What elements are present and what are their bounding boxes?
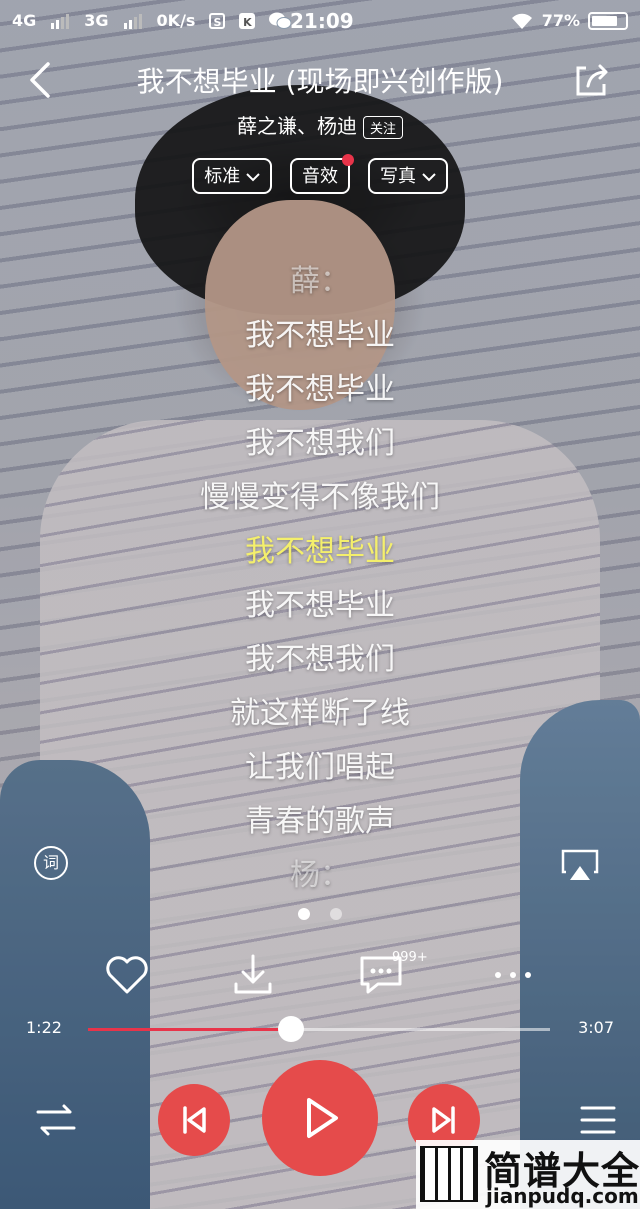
follow-button[interactable]: 关注: [362, 116, 403, 139]
skip-previous-icon: [183, 1106, 206, 1134]
wifi-icon: [511, 13, 532, 29]
sound-effect-label: 音效: [302, 166, 338, 187]
lyric-line: 让我们唱起: [245, 750, 395, 785]
page-indicator: [0, 908, 640, 920]
lyric-line: 我不想我们: [245, 426, 395, 461]
k-app-icon: K: [239, 12, 256, 29]
lyric-toggle-icon[interactable]: 词: [34, 846, 68, 880]
share-icon[interactable]: [572, 60, 612, 100]
song-title: 我不想毕业 (现场即兴创作版): [136, 65, 504, 98]
airplay-icon[interactable]: [560, 848, 600, 882]
progress-bar[interactable]: 1:22 3:07: [0, 1016, 640, 1042]
progress-fill: [88, 1028, 292, 1031]
chevron-down-icon: [422, 173, 436, 182]
battery-percent: 77%: [541, 11, 580, 30]
watermark-url: jianpudq.com: [486, 1184, 639, 1208]
battery-icon: [588, 11, 628, 30]
play-order-icon[interactable]: [36, 1102, 76, 1138]
artist-line: 薛之谦、杨迪 关注: [0, 110, 640, 139]
lyrics-panel[interactable]: 薛： 我不想毕业 我不想毕业 我不想我们 慢慢变得不像我们 我不想毕业 我不想毕业 我不想我们…: [0, 262, 640, 910]
lyric-line: 我不想毕业: [245, 588, 395, 623]
net-speed: 0K/s: [156, 11, 196, 30]
progress-knob[interactable]: [278, 1016, 305, 1042]
status-bar: 4G 3G 0K/s S K 21:09 77%: [0, 0, 640, 44]
page-dot-active: [298, 908, 310, 920]
more-icon[interactable]: [488, 950, 538, 1000]
progress-track[interactable]: [88, 1016, 550, 1042]
lyric-line: 慢慢变得不像我们: [200, 480, 440, 515]
lyric-line: 薛：: [290, 264, 350, 299]
elapsed-time: 1:22: [26, 1018, 62, 1037]
heart-icon[interactable]: [102, 950, 152, 1000]
sound-effect-button[interactable]: 音效: [290, 154, 354, 194]
lyric-line: 就这样断了线: [230, 696, 410, 731]
s-app-icon: S: [209, 12, 226, 29]
total-time: 3:07: [578, 1018, 614, 1037]
lyric-line: 杨：: [290, 858, 350, 893]
wechat-icon: [269, 12, 292, 29]
new-dot-badge: [342, 154, 354, 166]
signal-icon: [51, 13, 70, 29]
chevron-down-icon: [246, 173, 260, 182]
download-icon[interactable]: [228, 950, 278, 1000]
piano-logo-icon: [420, 1146, 478, 1202]
clock: 21:09: [290, 9, 354, 33]
artist-names[interactable]: 薛之谦、杨迪: [237, 114, 357, 138]
play-icon: [307, 1098, 338, 1138]
page-dot: [330, 908, 342, 920]
playlist-icon[interactable]: [578, 1102, 618, 1138]
player-header: 我不想毕业 (现场即兴创作版): [0, 50, 640, 110]
play-button[interactable]: [262, 1060, 378, 1176]
photo-label: 写真: [380, 166, 416, 187]
quality-dropdown[interactable]: 标准: [192, 158, 272, 194]
back-arrow-icon[interactable]: [22, 58, 62, 102]
lyric-line-current: 我不想毕业: [245, 534, 395, 569]
action-bar: [0, 950, 640, 1000]
watermark: 简谱大全 jianpudq.com: [416, 1140, 640, 1209]
network-4g-label: 4G: [12, 11, 37, 30]
quality-label: 标准: [204, 166, 241, 187]
comment-count-badge: 999+: [392, 950, 428, 965]
previous-button[interactable]: [158, 1084, 230, 1156]
lyric-line: 我不想毕业: [245, 372, 395, 407]
lyric-line: 青春的歌声: [245, 804, 395, 839]
lyric-line: 我不想我们: [245, 642, 395, 677]
photo-dropdown[interactable]: 写真: [368, 158, 448, 194]
mode-pills: 标准 音效 写真: [0, 154, 640, 194]
network-3g-label: 3G: [84, 11, 109, 30]
signal-icon-2: [123, 13, 142, 29]
lyric-line: 我不想毕业: [245, 318, 395, 353]
